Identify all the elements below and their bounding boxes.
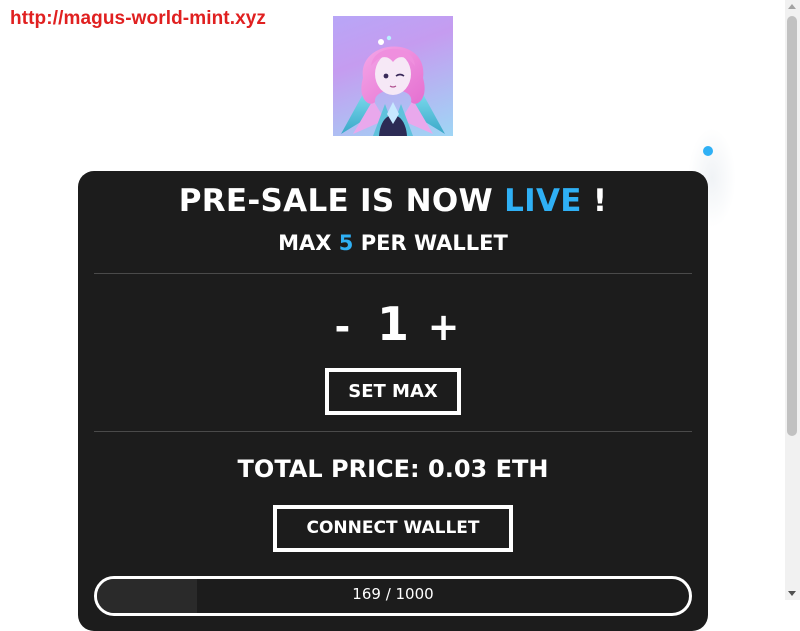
set-max-button[interactable]: SET MAX xyxy=(325,368,461,415)
headline-prefix: PRE-SALE IS NOW xyxy=(178,183,505,219)
scroll-up-arrow-icon[interactable] xyxy=(788,4,796,9)
status-dot xyxy=(703,146,713,156)
page-scrollbar[interactable] xyxy=(785,0,800,600)
presale-headline: PRE-SALE IS NOW LIVE ! xyxy=(78,181,708,221)
headline-live: LIVE xyxy=(504,183,582,219)
supply-counter: 169 / 1000 xyxy=(352,585,434,603)
collection-logo xyxy=(333,16,453,136)
limit-prefix: MAX xyxy=(278,231,339,255)
mint-card: PRE-SALE IS NOW LIVE ! MAX 5 PER WALLET … xyxy=(78,171,708,631)
wallet-limit: MAX 5 PER WALLET xyxy=(78,229,708,257)
scrollbar-thumb[interactable] xyxy=(787,16,797,436)
quantity-value: 1 xyxy=(376,297,409,351)
total-price: TOTAL PRICE: 0.03 ETH xyxy=(237,455,549,483)
decrement-button[interactable]: - xyxy=(322,299,362,355)
increment-button[interactable]: + xyxy=(424,299,464,355)
scroll-down-arrow-icon[interactable] xyxy=(788,591,796,596)
limit-suffix: PER WALLET xyxy=(353,231,508,255)
divider-bottom xyxy=(94,431,692,432)
url-banner: http://magus-world-mint.xyz xyxy=(10,8,267,29)
supply-progress-bar: 169 / 1000 xyxy=(94,576,692,616)
anime-character-logo-icon xyxy=(341,35,445,136)
headline-suffix: ! xyxy=(581,183,608,219)
connect-wallet-button[interactable]: CONNECT WALLET xyxy=(273,505,513,552)
quantity-stepper: - 1 + xyxy=(78,296,708,352)
divider-top xyxy=(94,273,692,274)
limit-value: 5 xyxy=(338,231,354,255)
